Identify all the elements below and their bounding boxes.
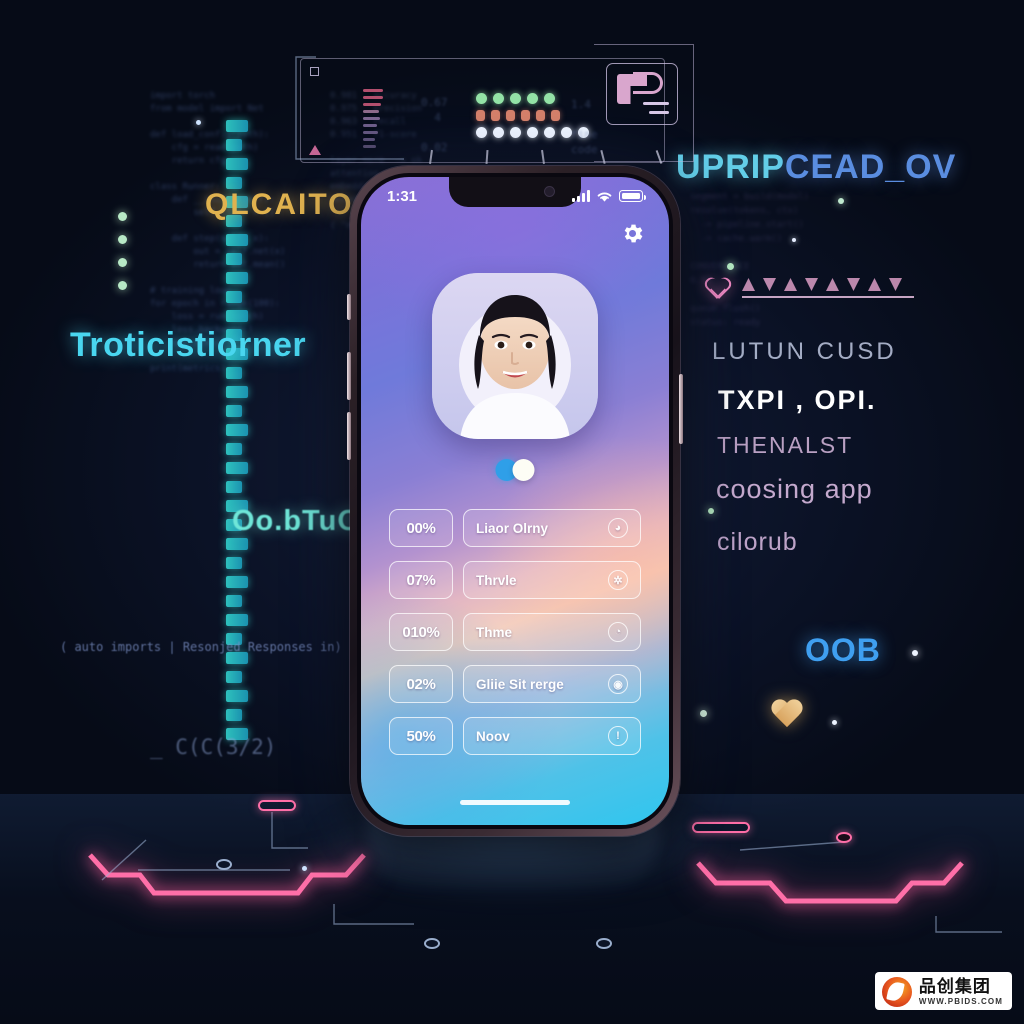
battery-full-icon — [619, 190, 646, 202]
device-card-line-2 — [649, 111, 669, 114]
cloud-icon[interactable]: ◔ — [608, 622, 628, 642]
percent-badge: 00% — [389, 509, 453, 547]
thin-lead-right-2 — [935, 916, 1002, 933]
thin-lead-node-left — [138, 869, 290, 871]
sparkle — [832, 720, 837, 725]
list-item-label: Thrvle — [476, 572, 517, 588]
smartphone-device: 1:31 00% Liaor Olrny ◕ 07% Thrvle ✲ 010%… — [347, 166, 683, 836]
list-item-label: Noov — [476, 728, 510, 744]
power-button[interactable] — [679, 374, 683, 444]
background-code-right: segment = build(model) resolve(tokens, c… — [690, 192, 810, 328]
neon-pill-indicator-2 — [258, 800, 296, 811]
label-uprip-part-b: CEAD_OV — [784, 148, 957, 186]
thin-lead-left-2 — [271, 812, 308, 849]
status-bar: 1:31 — [361, 183, 669, 209]
circuit-node-bottom-left — [424, 938, 440, 949]
list-item[interactable]: 00% Liaor Olrny ◕ — [389, 509, 641, 547]
watermark-brand: 品创集团 — [918, 977, 991, 996]
list-item-body[interactable]: Thme ◔ — [463, 613, 641, 651]
info-icon[interactable]: ! — [608, 726, 628, 746]
list-item-label: Thme — [476, 624, 513, 640]
sparkle — [196, 120, 201, 125]
status-indicators — [572, 190, 646, 203]
underline-rule — [742, 296, 914, 298]
pie-chart-icon[interactable]: ◕ — [608, 518, 628, 538]
circuit-node-left — [216, 859, 232, 870]
heart-outline-icon — [706, 278, 728, 298]
list-item[interactable]: 010% Thme ◔ — [389, 613, 641, 651]
sparkle — [700, 710, 707, 717]
sparkle — [912, 650, 918, 656]
glyph-row — [742, 278, 914, 291]
neon-pill-indicator — [692, 822, 750, 833]
circuit-node-right — [836, 832, 852, 843]
percent-badge: 02% — [389, 665, 453, 703]
device-card-panel — [594, 44, 694, 162]
glyph-word-block — [742, 278, 914, 298]
device-card-loop — [633, 72, 663, 94]
percent-badge: 010% — [389, 613, 453, 651]
hud-ghost-text-1: 0.67 4 0.02 — [421, 96, 448, 154]
status-dot-column — [118, 212, 127, 290]
home-indicator[interactable] — [460, 800, 570, 805]
list-item[interactable]: 50% Noov ! — [389, 717, 641, 755]
hud-leader-line — [295, 56, 404, 160]
sparkle — [708, 508, 714, 514]
cellular-signal-icon — [572, 190, 590, 202]
percent-badge: 50% — [389, 717, 453, 755]
person-icon[interactable]: ◉ — [608, 674, 628, 694]
list-item-body[interactable]: Thrvle ✲ — [463, 561, 641, 599]
watermark-text: 品创集团 WWW.PBIDS.COM — [919, 978, 1003, 1006]
device-card-icon — [606, 63, 678, 125]
scene-root: import torch from model import Net def l… — [0, 0, 1024, 1024]
teal-bar-column — [226, 120, 252, 780]
sparkle — [838, 198, 844, 204]
circuit-node-bottom-right — [596, 938, 612, 949]
wifi-icon — [597, 191, 612, 202]
favorite-row — [706, 278, 914, 298]
phone-screen: 1:31 00% Liaor Olrny ◕ 07% Thrvle ✲ 010%… — [361, 177, 669, 825]
page-indicator-dots[interactable] — [495, 459, 535, 481]
status-time: 1:31 — [387, 187, 418, 205]
watermark: 品创集团 WWW.PBIDS.COM — [874, 972, 1012, 1010]
sparkle — [792, 238, 796, 242]
list-item-label: Liaor Olrny — [476, 520, 549, 536]
user-avatar[interactable] — [432, 273, 598, 439]
list-item-body[interactable]: Noov ! — [463, 717, 641, 755]
percent-badge: 07% — [389, 561, 453, 599]
list-item[interactable]: 07% Thrvle ✲ — [389, 561, 641, 599]
thin-lead-bottom — [333, 904, 414, 925]
list-item-label: Gliie Sit rerge — [476, 676, 564, 692]
phone-bezel: 1:31 00% Liaor Olrny ◕ 07% Thrvle ✲ 010%… — [357, 173, 673, 829]
sparkle — [727, 263, 734, 270]
stat-list: 00% Liaor Olrny ◕ 07% Thrvle ✲ 010% Thme… — [389, 509, 641, 755]
globe-icon[interactable]: ✲ — [608, 570, 628, 590]
pbids-logo-icon — [881, 977, 912, 1007]
sparkle — [302, 866, 307, 871]
gear-icon[interactable] — [620, 221, 645, 251]
device-card-line-1 — [643, 102, 669, 105]
page-dot-inactive[interactable] — [512, 459, 535, 481]
mute-switch[interactable] — [347, 294, 351, 320]
avatar-portrait — [432, 273, 598, 439]
watermark-url: WWW.PBIDS.COM — [918, 997, 1003, 1006]
gold-heart-icon — [770, 700, 804, 731]
volume-down-button[interactable] — [347, 412, 351, 460]
label-uprip-cead-ov: UPRIPCEAD_OV — [676, 148, 956, 187]
list-item[interactable]: 02% Gliie Sit rerge ◉ — [389, 665, 641, 703]
list-item-body[interactable]: Liaor Olrny ◕ — [463, 509, 641, 547]
list-item-body[interactable]: Gliie Sit rerge ◉ — [463, 665, 641, 703]
volume-up-button[interactable] — [347, 352, 351, 400]
